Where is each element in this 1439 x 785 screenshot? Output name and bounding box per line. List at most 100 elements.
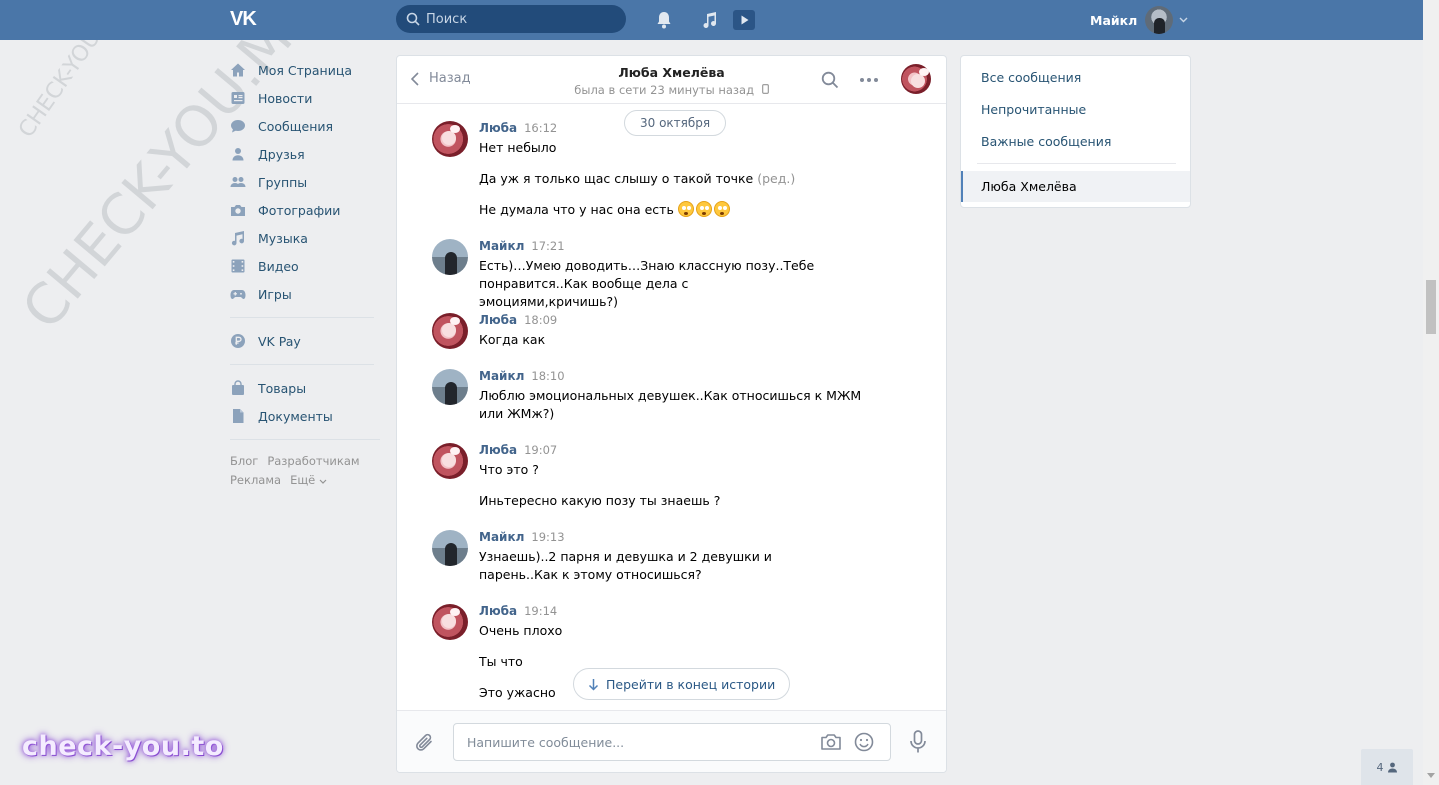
message-time[interactable]: 19:13 bbox=[531, 530, 564, 544]
person-icon bbox=[1387, 762, 1397, 772]
scrollbar-thumb[interactable] bbox=[1426, 280, 1436, 334]
message-input[interactable] bbox=[454, 724, 804, 760]
sidebar-item-music[interactable]: Музыка bbox=[230, 224, 380, 252]
sidebar-item-label: Игры bbox=[258, 286, 292, 302]
paperclip-icon[interactable] bbox=[415, 732, 435, 754]
sidebar-footer: Блог Разработчикам Реклама Ещё bbox=[230, 452, 380, 490]
filter-all-messages[interactable]: Все сообщения bbox=[981, 70, 1081, 85]
message-author[interactable]: Майкл bbox=[479, 239, 524, 253]
avatar[interactable] bbox=[432, 443, 468, 479]
sidebar-item-label: Музыка bbox=[258, 230, 308, 246]
online-count: 4 bbox=[1376, 760, 1384, 774]
search-icon bbox=[406, 12, 420, 26]
message-time[interactable]: 19:14 bbox=[524, 604, 557, 618]
chat-window: Назад Люба Хмелёва была в сети 23 минуты… bbox=[396, 55, 947, 773]
footer-link-blog[interactable]: Блог bbox=[230, 454, 258, 468]
sidebar-item-vkpay[interactable]: VK Pay bbox=[230, 327, 380, 355]
sidebar-item-label: Группы bbox=[258, 174, 308, 190]
online-friends-button[interactable]: 4 bbox=[1361, 749, 1413, 785]
message-time[interactable]: 18:10 bbox=[531, 369, 564, 383]
sidebar-item-goods[interactable]: Товары bbox=[230, 374, 380, 402]
message-time[interactable]: 16:12 bbox=[524, 121, 557, 135]
message-author[interactable]: Майкл bbox=[479, 369, 524, 383]
footer-link-ads[interactable]: Реклама bbox=[230, 473, 281, 487]
sidebar-item-label: VK Pay bbox=[258, 333, 301, 349]
search-placeholder: Поиск bbox=[426, 11, 468, 27]
chat-header: Назад Люба Хмелёва была в сети 23 минуты… bbox=[397, 56, 946, 104]
message-input-box[interactable] bbox=[453, 723, 891, 761]
active-chat-item[interactable]: Люба Хмелёва bbox=[961, 171, 1190, 202]
avatar[interactable] bbox=[432, 121, 468, 157]
music-icon bbox=[230, 230, 246, 246]
news-icon bbox=[230, 90, 246, 106]
groups-icon bbox=[230, 174, 246, 190]
message-text: Нет небыло bbox=[479, 140, 557, 155]
message-text: Есть)…Умею доводить…Знаю классную позу..… bbox=[479, 258, 815, 309]
search-box[interactable]: Поиск bbox=[396, 5, 626, 33]
message-text: Люблю эмоциональных девушек..Как относиш… bbox=[479, 388, 862, 421]
message-time[interactable]: 17:21 bbox=[531, 239, 564, 253]
sidebar-item-games[interactable]: Игры bbox=[230, 280, 380, 308]
message-author[interactable]: Люба bbox=[479, 121, 517, 135]
message-author[interactable]: Люба bbox=[479, 604, 517, 618]
message-author[interactable]: Люба bbox=[479, 443, 517, 457]
home-icon bbox=[230, 62, 246, 78]
message-composer bbox=[397, 710, 946, 772]
arrow-down-icon bbox=[588, 678, 599, 691]
more-actions-icon[interactable] bbox=[859, 72, 879, 88]
goto-end-button[interactable]: Перейти в конец истории bbox=[573, 668, 791, 700]
camera-icon[interactable] bbox=[820, 733, 842, 751]
bell-icon[interactable] bbox=[653, 9, 675, 31]
sidebar-item-friends[interactable]: Друзья bbox=[230, 140, 380, 168]
chat-status-text: была в сети 23 минуты назад bbox=[574, 83, 755, 97]
avatar[interactable] bbox=[432, 313, 468, 349]
chevron-down-icon bbox=[319, 479, 327, 484]
message-author[interactable]: Майкл bbox=[479, 530, 524, 544]
footer-more-label: Ещё bbox=[290, 473, 316, 487]
user-menu[interactable]: Майкл bbox=[1090, 6, 1188, 34]
sidebar-item-video[interactable]: Видео bbox=[230, 252, 380, 280]
sidebar-item-label: Сообщения bbox=[258, 118, 334, 134]
flushed-face-emoji-icon bbox=[677, 201, 694, 217]
flushed-face-emoji-icon bbox=[695, 201, 712, 217]
avatar[interactable] bbox=[432, 239, 468, 275]
sidebar-item-news[interactable]: Новости bbox=[230, 84, 380, 112]
video-icon bbox=[230, 258, 246, 274]
filter-important[interactable]: Важные сообщения bbox=[981, 134, 1111, 149]
user-avatar bbox=[1145, 6, 1174, 34]
message-text-body: Да уж я только щас слышу о такой точке bbox=[479, 171, 754, 186]
mobile-phone-icon bbox=[761, 84, 769, 94]
sidebar-item-documents[interactable]: Документы bbox=[230, 402, 380, 430]
sidebar-item-groups[interactable]: Группы bbox=[230, 168, 380, 196]
play-icon[interactable] bbox=[732, 9, 756, 31]
footer-link-developers[interactable]: Разработчикам bbox=[267, 454, 359, 468]
avatar[interactable] bbox=[432, 369, 468, 405]
friends-icon bbox=[230, 146, 246, 162]
message-text: Узнаешь)..2 парня и девушка и 2 девушки … bbox=[479, 549, 772, 582]
avatar[interactable] bbox=[432, 530, 468, 566]
smile-icon[interactable] bbox=[854, 732, 874, 752]
message-text-body: Не думала что у нас она есть bbox=[479, 202, 674, 217]
message-time[interactable]: 18:09 bbox=[524, 313, 557, 327]
search-icon[interactable] bbox=[821, 71, 839, 89]
music-icon[interactable] bbox=[699, 9, 721, 31]
sidebar-item-label: Видео bbox=[258, 258, 299, 274]
vk-logo[interactable]: VK bbox=[230, 8, 264, 30]
footer-link-more[interactable]: Ещё bbox=[290, 473, 327, 487]
sidebar-item-label: Товары bbox=[258, 380, 307, 396]
sidebar-item-messages[interactable]: Сообщения bbox=[230, 112, 380, 140]
filter-unread[interactable]: Непрочитанные bbox=[981, 102, 1086, 117]
message-author[interactable]: Люба bbox=[479, 313, 517, 327]
message-text: Когда как bbox=[479, 332, 546, 347]
scroll-down-arrow-icon[interactable] bbox=[1427, 773, 1435, 778]
microphone-icon[interactable] bbox=[909, 730, 927, 754]
avatar[interactable] bbox=[432, 604, 468, 640]
sidebar-item-my-page[interactable]: Моя Страница bbox=[230, 56, 380, 84]
sidebar-item-photos[interactable]: Фотографии bbox=[230, 196, 380, 224]
sidebar-divider bbox=[230, 364, 374, 365]
sidebar-item-label: Друзья bbox=[258, 146, 305, 162]
chat-avatar[interactable] bbox=[901, 64, 931, 94]
messages-icon bbox=[230, 118, 246, 134]
page-scrollbar[interactable] bbox=[1423, 0, 1439, 785]
message-time[interactable]: 19:07 bbox=[524, 443, 557, 457]
